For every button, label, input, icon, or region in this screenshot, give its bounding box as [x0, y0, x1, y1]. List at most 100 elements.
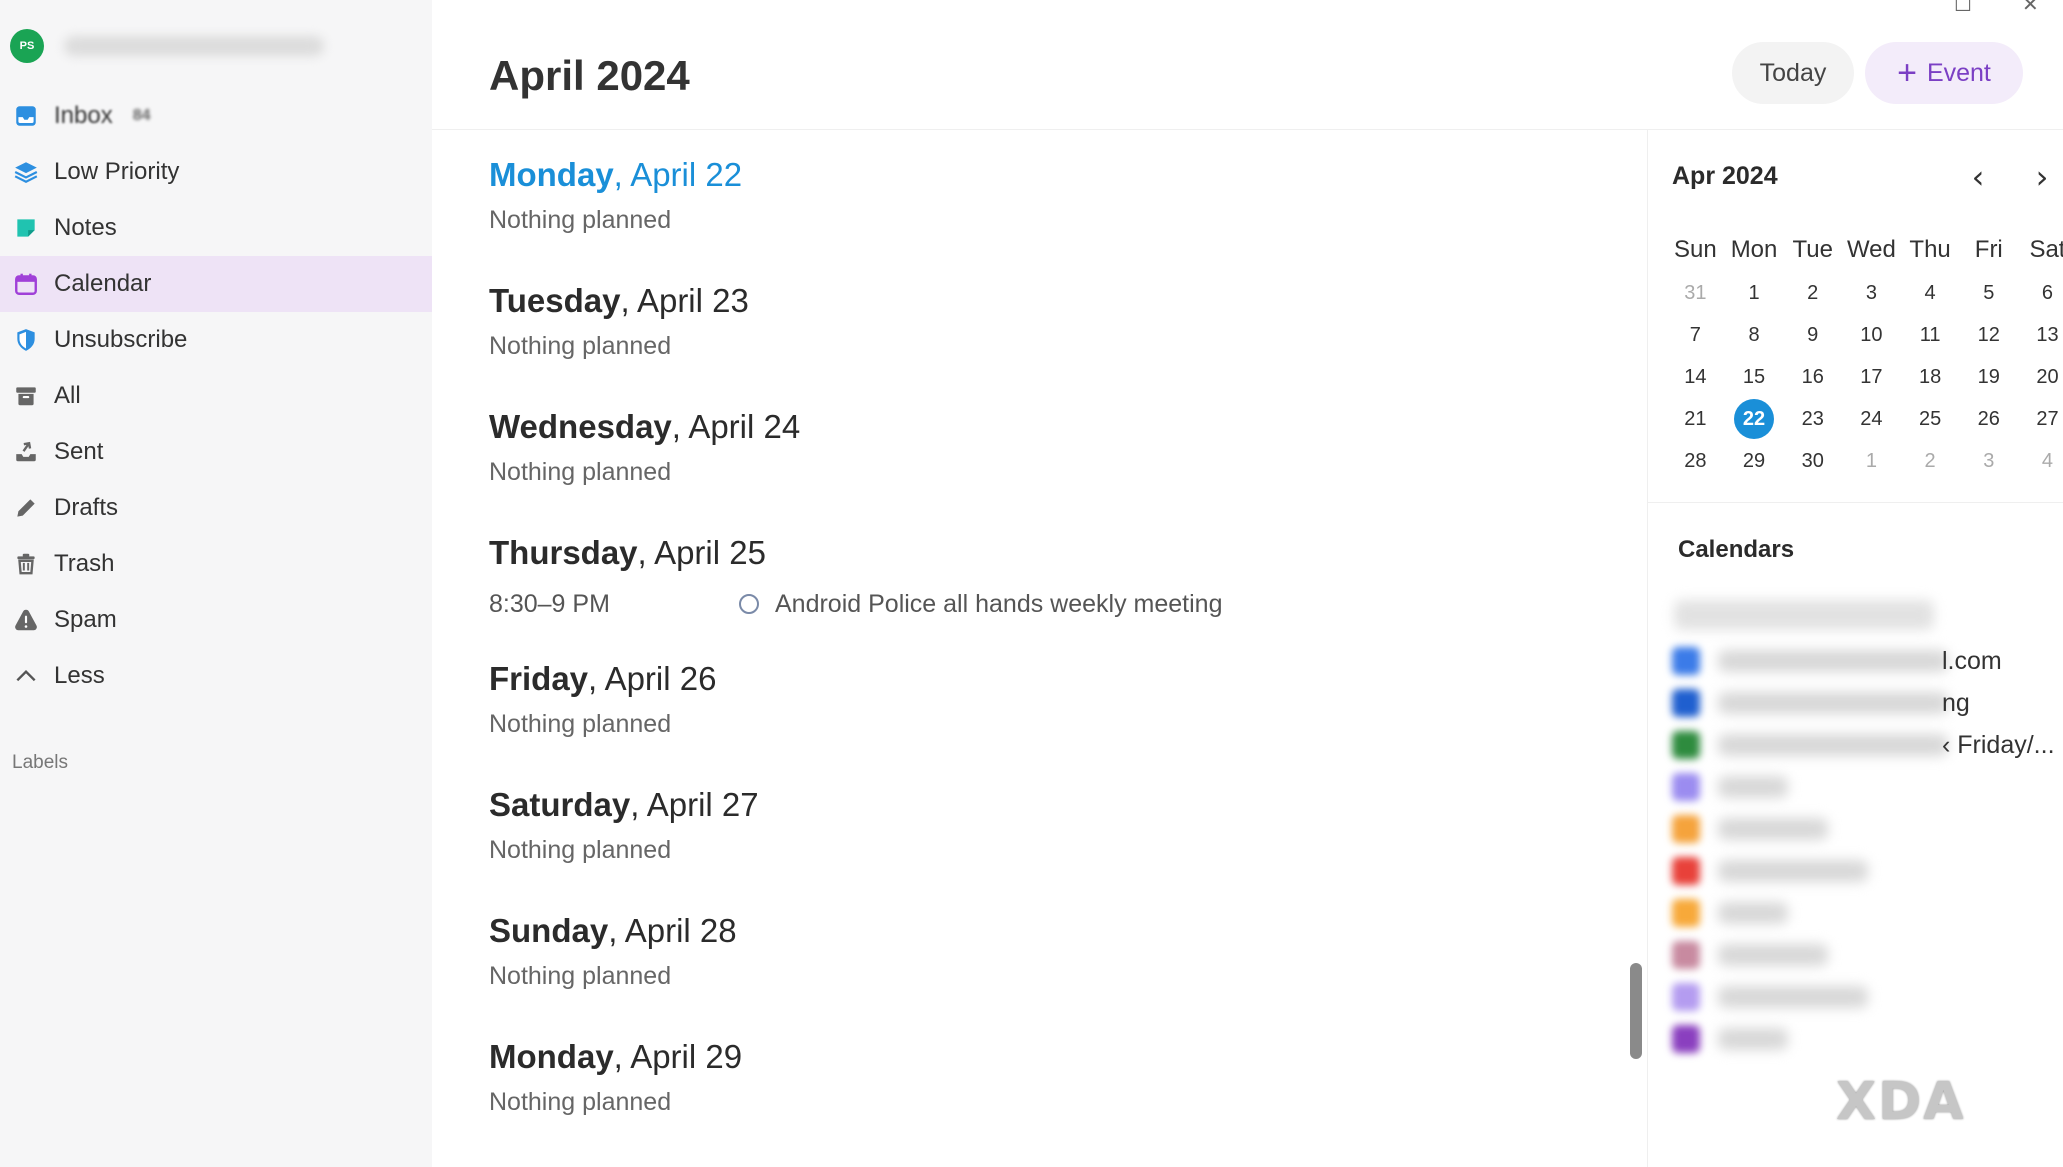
- calendar-color-swatch[interactable]: [1672, 773, 1700, 801]
- mini-calendar-day[interactable]: 26: [1959, 398, 2018, 440]
- calendar-color-swatch[interactable]: [1672, 689, 1700, 717]
- calendar-color-swatch[interactable]: [1672, 815, 1700, 843]
- mini-calendar-day[interactable]: 31: [1666, 272, 1725, 314]
- mini-calendar-day[interactable]: 14: [1666, 356, 1725, 398]
- mini-calendar-day-selected[interactable]: 22: [1725, 398, 1784, 440]
- mini-calendar-day[interactable]: 17: [1842, 356, 1901, 398]
- sidebar-item-trash[interactable]: Trash: [0, 536, 432, 592]
- mini-calendar-day[interactable]: 1: [1725, 272, 1784, 314]
- mini-calendar-day[interactable]: 21: [1666, 398, 1725, 440]
- sidebar-item-less[interactable]: Less: [0, 648, 432, 704]
- mini-calendar-day[interactable]: 29: [1725, 440, 1784, 482]
- sidebar-item-label: Trash: [54, 550, 115, 577]
- calendar-list-item[interactable]: [1672, 934, 2052, 976]
- calendar-color-swatch[interactable]: [1672, 899, 1700, 927]
- sidebar-item-inbox[interactable]: Inbox 84: [0, 88, 432, 144]
- day-heading[interactable]: Thursday, April 25: [489, 528, 1589, 578]
- day-heading[interactable]: Monday, April 29: [489, 1032, 1589, 1082]
- calendar-list-item[interactable]: ng: [1672, 682, 2052, 724]
- close-icon[interactable]: ✕: [2022, 0, 2039, 17]
- calendar-list-item[interactable]: l.com: [1672, 640, 2052, 682]
- day-heading[interactable]: Friday, April 26: [489, 654, 1589, 704]
- calendar-color-swatch[interactable]: [1672, 731, 1700, 759]
- mini-calendar-day[interactable]: 20: [2018, 356, 2063, 398]
- calendar-list-item[interactable]: [1672, 766, 2052, 808]
- day-heading[interactable]: Wednesday, April 24: [489, 402, 1589, 452]
- day-weekday: Wednesday: [489, 408, 672, 445]
- mini-calendar-day[interactable]: 18: [1901, 356, 1960, 398]
- calendar-list-item[interactable]: [1672, 1018, 2052, 1060]
- mini-calendar-day[interactable]: 12: [1959, 314, 2018, 356]
- calendar-color-swatch[interactable]: [1672, 941, 1700, 969]
- mini-calendar-day[interactable]: 25: [1901, 398, 1960, 440]
- mini-calendar-day[interactable]: 10: [1842, 314, 1901, 356]
- agenda-scrollbar[interactable]: [1630, 963, 1642, 1059]
- mini-calendar-day[interactable]: 8: [1725, 314, 1784, 356]
- sidebar-item-label: All: [54, 382, 81, 409]
- chevron-left-icon[interactable]: ‹: [1960, 158, 1996, 196]
- calendars-list: l.com ng ‹ Friday/...: [1672, 600, 2055, 1060]
- calendar-color-swatch[interactable]: [1672, 1025, 1700, 1053]
- account-switcher[interactable]: PS: [10, 26, 324, 66]
- today-button[interactable]: Today: [1732, 42, 1854, 104]
- weekday-header: Thu: [1909, 236, 1951, 263]
- agenda-day: Monday, April 22 Nothing planned: [489, 150, 1589, 240]
- sidebar-item-spam[interactable]: Spam: [0, 592, 432, 648]
- calendar-list-item[interactable]: [1672, 808, 2052, 850]
- day-weekday: Monday: [489, 1038, 614, 1075]
- sidebar-item-notes[interactable]: Notes: [0, 200, 432, 256]
- mini-calendar-day[interactable]: 7: [1666, 314, 1725, 356]
- sidebar: PS Inbox 84 Low Priority Notes Calendar …: [0, 0, 432, 1167]
- calendar-name-visible-part: l.com: [1942, 646, 2002, 675]
- avatar[interactable]: PS: [10, 29, 44, 63]
- chevron-right-icon[interactable]: ›: [2024, 158, 2060, 196]
- mini-calendar-day[interactable]: 16: [1783, 356, 1842, 398]
- sidebar-item-all[interactable]: All: [0, 368, 432, 424]
- day-heading[interactable]: Tuesday, April 23: [489, 276, 1589, 326]
- mini-calendar-day[interactable]: 2: [1783, 272, 1842, 314]
- weekday-header: Wed: [1846, 236, 1896, 263]
- mini-calendar-day[interactable]: 4: [2018, 440, 2063, 482]
- sidebar-item-label: Low Priority: [54, 158, 180, 185]
- calendar-list-item[interactable]: ‹ Friday/...: [1672, 724, 2055, 766]
- sidebar-item-unsubscribe[interactable]: Unsubscribe: [0, 312, 432, 368]
- mini-calendar-day[interactable]: 2: [1901, 440, 1960, 482]
- day-empty-text: Nothing planned: [489, 206, 672, 234]
- calendar-color-swatch[interactable]: [1672, 983, 1700, 1011]
- day-heading[interactable]: Sunday, April 28: [489, 906, 1589, 956]
- mini-calendar-day[interactable]: 19: [1959, 356, 2018, 398]
- mini-calendar-day[interactable]: 9: [1783, 314, 1842, 356]
- sidebar-item-sent[interactable]: Sent: [0, 424, 432, 480]
- calendar-color-swatch[interactable]: [1672, 647, 1700, 675]
- mini-calendar-day[interactable]: 6: [2018, 272, 2063, 314]
- mini-calendar-day[interactable]: 30: [1783, 440, 1842, 482]
- maximize-icon[interactable]: ☐: [1954, 0, 1972, 17]
- mini-calendar-day[interactable]: 28: [1666, 440, 1725, 482]
- mini-calendar-day[interactable]: 1: [1842, 440, 1901, 482]
- day-heading[interactable]: Saturday, April 27: [489, 780, 1589, 830]
- mini-calendar-day[interactable]: 15: [1725, 356, 1784, 398]
- mini-calendar-day[interactable]: 4: [1901, 272, 1960, 314]
- sidebar-item-low-priority[interactable]: Low Priority: [0, 144, 432, 200]
- event-item[interactable]: 8:30–9 PM Android Police all hands weekl…: [489, 578, 1589, 630]
- sidebar-item-calendar[interactable]: Calendar: [0, 256, 432, 312]
- mini-calendar-day[interactable]: 3: [1842, 272, 1901, 314]
- day-weekday: Sunday: [489, 912, 609, 949]
- mini-calendar-day[interactable]: 5: [1959, 272, 2018, 314]
- mini-calendar-day[interactable]: 27: [2018, 398, 2063, 440]
- calendar-list-item[interactable]: [1672, 892, 2052, 934]
- mini-calendar-day[interactable]: 23: [1783, 398, 1842, 440]
- calendar-list-item[interactable]: [1672, 850, 2052, 892]
- calendar-color-swatch[interactable]: [1672, 857, 1700, 885]
- sidebar-item-label: Sent: [54, 438, 104, 465]
- weekday-header: Tue: [1792, 236, 1833, 263]
- mini-calendar-day[interactable]: 24: [1842, 398, 1901, 440]
- add-event-button[interactable]: + Event: [1865, 42, 2023, 104]
- mini-calendar-day[interactable]: 3: [1959, 440, 2018, 482]
- mini-calendar-day[interactable]: 13: [2018, 314, 2063, 356]
- mini-calendar-day[interactable]: 11: [1901, 314, 1960, 356]
- day-heading-today[interactable]: Monday, April 22: [489, 150, 1589, 200]
- sidebar-item-drafts[interactable]: Drafts: [0, 480, 432, 536]
- calendar-list-item[interactable]: [1672, 976, 2052, 1018]
- event-status-circle-icon[interactable]: [739, 594, 759, 614]
